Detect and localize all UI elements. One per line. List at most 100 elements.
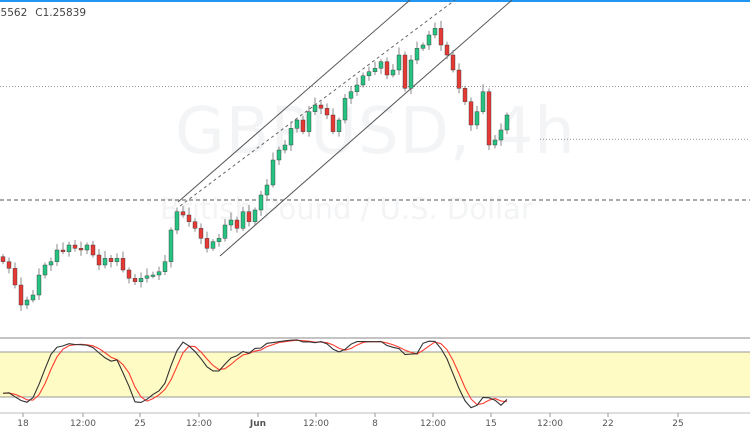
candle[interactable] — [216, 234, 222, 247]
candle[interactable] — [42, 262, 48, 279]
candle[interactable] — [444, 41, 450, 60]
candle[interactable] — [150, 271, 156, 279]
candle[interactable] — [18, 277, 24, 311]
candle[interactable] — [108, 255, 114, 268]
channel-upper-line[interactable] — [177, 0, 411, 203]
candle[interactable] — [354, 77, 360, 96]
candle[interactable] — [198, 223, 204, 245]
candle[interactable] — [156, 266, 162, 280]
candle[interactable] — [270, 152, 276, 188]
candle[interactable] — [366, 66, 372, 81]
candle[interactable] — [318, 101, 324, 115]
candle[interactable] — [312, 97, 318, 116]
candle[interactable] — [132, 274, 138, 285]
candle[interactable] — [30, 290, 36, 303]
candle[interactable] — [222, 219, 228, 242]
candle[interactable] — [336, 117, 342, 137]
candle[interactable] — [372, 61, 378, 75]
candle[interactable] — [408, 55, 414, 95]
candle[interactable] — [480, 84, 486, 115]
channel-median-line[interactable] — [179, 0, 456, 207]
candle[interactable] — [276, 146, 282, 165]
candle-body — [252, 209, 258, 222]
candle[interactable] — [306, 105, 312, 137]
candle-body — [276, 149, 282, 161]
candle[interactable] — [414, 41, 420, 65]
candle[interactable] — [60, 242, 66, 255]
candle[interactable] — [144, 268, 150, 283]
candle[interactable] — [234, 216, 240, 233]
candle[interactable] — [252, 207, 258, 226]
candle[interactable] — [12, 262, 18, 289]
candle[interactable] — [432, 22, 438, 39]
candle[interactable] — [6, 257, 12, 274]
candle[interactable] — [258, 190, 264, 216]
candle[interactable] — [504, 112, 510, 135]
candle[interactable] — [402, 51, 408, 92]
x-tick-label: 12:00 — [537, 419, 563, 429]
candle[interactable] — [462, 85, 468, 105]
candle[interactable] — [288, 121, 294, 151]
candle[interactable] — [36, 268, 42, 300]
candle[interactable] — [120, 251, 126, 273]
candle[interactable] — [138, 272, 144, 288]
candle[interactable] — [162, 255, 168, 275]
candle[interactable] — [192, 218, 198, 232]
candle[interactable] — [342, 94, 348, 124]
candle-body — [24, 299, 30, 306]
candle[interactable] — [54, 244, 60, 266]
candle[interactable] — [90, 240, 96, 258]
candle[interactable] — [486, 88, 492, 150]
candle[interactable] — [282, 140, 288, 154]
candle-body — [0, 256, 6, 262]
candle[interactable] — [168, 227, 174, 268]
candle[interactable] — [348, 85, 354, 105]
candle[interactable] — [246, 205, 252, 227]
price-chart[interactable]: 18 12:00 25 12:00 Jun 12:00 8 12:00 15 12:00 22 25 — [0, 0, 750, 430]
time-axis[interactable]: 18 12:00 25 12:00 Jun 12:00 8 12:00 15 12:00 22 25 — [17, 413, 684, 429]
candle[interactable] — [300, 115, 306, 135]
candle[interactable] — [420, 42, 426, 51]
candle[interactable] — [48, 257, 54, 271]
candle-body — [42, 264, 48, 276]
candle[interactable] — [474, 105, 480, 130]
candle[interactable] — [378, 59, 384, 75]
candle[interactable] — [390, 64, 396, 78]
candle[interactable] — [0, 254, 6, 265]
candle[interactable] — [264, 179, 270, 200]
candle[interactable] — [468, 97, 474, 131]
candle[interactable] — [438, 20, 444, 51]
x-tick-label: 22 — [602, 419, 613, 429]
candle[interactable] — [324, 103, 330, 120]
candle[interactable] — [180, 205, 186, 218]
candle[interactable] — [66, 241, 72, 257]
candle[interactable] — [24, 296, 30, 310]
parallel-channel[interactable] — [177, 0, 513, 257]
candle[interactable] — [204, 231, 210, 253]
candle[interactable] — [396, 47, 402, 76]
candle[interactable] — [84, 242, 90, 255]
candle[interactable] — [360, 72, 366, 88]
candle[interactable] — [456, 63, 462, 94]
candle-body — [156, 271, 162, 276]
candle[interactable] — [174, 207, 180, 235]
candle[interactable] — [426, 30, 432, 50]
candle[interactable] — [210, 239, 216, 251]
candle[interactable] — [384, 57, 390, 80]
candle[interactable] — [330, 108, 336, 135]
candle[interactable] — [72, 240, 78, 252]
candle[interactable] — [228, 212, 234, 231]
candle[interactable] — [126, 267, 132, 284]
candle-body — [354, 84, 360, 92]
candle-body — [348, 91, 354, 99]
candle[interactable] — [102, 250, 108, 269]
candle[interactable] — [78, 241, 84, 256]
candle[interactable] — [492, 135, 498, 149]
candle[interactable] — [114, 253, 120, 266]
candle[interactable] — [498, 123, 504, 146]
x-tick-label: 25 — [672, 419, 683, 429]
candle[interactable] — [96, 249, 102, 270]
candle[interactable] — [186, 207, 192, 227]
candle[interactable] — [240, 206, 246, 231]
candle-body — [54, 249, 60, 262]
